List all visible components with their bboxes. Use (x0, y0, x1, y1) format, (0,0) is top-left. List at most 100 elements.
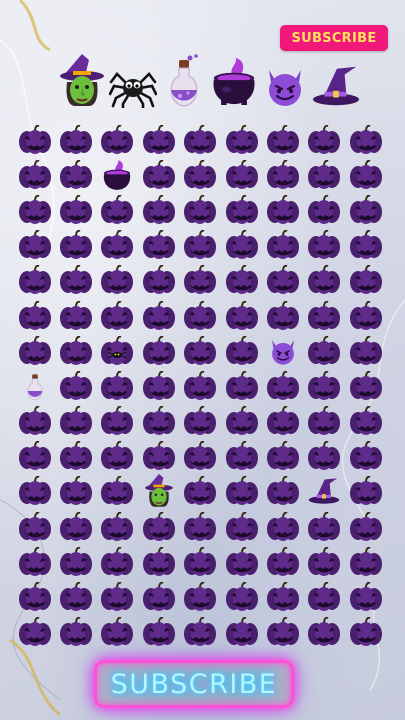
grid-cell-pumpkin-icon[interactable] (345, 263, 386, 298)
grid-cell-pumpkin-icon[interactable] (180, 615, 221, 650)
grid-cell-pumpkin-icon[interactable] (180, 509, 221, 544)
grid-cell-pumpkin-icon[interactable] (221, 474, 262, 509)
grid-cell-pumpkin-icon[interactable] (14, 439, 55, 474)
grid-cell-pumpkin-icon[interactable] (55, 509, 96, 544)
grid-cell-pumpkin-icon[interactable] (221, 333, 262, 368)
grid-cell-pumpkin-icon[interactable] (138, 509, 179, 544)
grid-cell-pumpkin-icon[interactable] (180, 544, 221, 579)
grid-cell-pumpkin-icon[interactable] (180, 157, 221, 192)
grid-cell-pumpkin-icon[interactable] (138, 298, 179, 333)
grid-cell-pumpkin-icon[interactable] (304, 579, 345, 614)
grid-cell-pumpkin-icon[interactable] (55, 544, 96, 579)
grid-cell-pumpkin-icon[interactable] (221, 192, 262, 227)
grid-cell-pumpkin-icon[interactable] (138, 157, 179, 192)
grid-cell-pumpkin-icon[interactable] (138, 333, 179, 368)
grid-cell-pumpkin-icon[interactable] (55, 192, 96, 227)
grid-cell-pumpkin-icon[interactable] (180, 579, 221, 614)
grid-cell-pumpkin-icon[interactable] (262, 404, 303, 439)
grid-cell-pumpkin-icon[interactable] (221, 157, 262, 192)
grid-cell-pumpkin-icon[interactable] (262, 579, 303, 614)
grid-cell-pumpkin-icon[interactable] (97, 228, 138, 263)
grid-cell-pumpkin-icon[interactable] (345, 192, 386, 227)
grid-cell-pumpkin-icon[interactable] (262, 192, 303, 227)
grid-cell-pumpkin-icon[interactable] (221, 404, 262, 439)
grid-cell-pumpkin-icon[interactable] (345, 228, 386, 263)
grid-cell-pumpkin-icon[interactable] (97, 615, 138, 650)
grid-cell-pumpkin-icon[interactable] (14, 474, 55, 509)
subscribe-badge[interactable]: SUBSCRIBE (280, 25, 388, 51)
grid-cell-pumpkin-icon[interactable] (221, 263, 262, 298)
grid-cell-pumpkin-icon[interactable] (262, 122, 303, 157)
grid-cell-pumpkin-icon[interactable] (14, 192, 55, 227)
grid-cell-pumpkin-icon[interactable] (14, 298, 55, 333)
grid-cell-pumpkin-icon[interactable] (304, 228, 345, 263)
grid-cell-pumpkin-icon[interactable] (14, 157, 55, 192)
grid-cell-pumpkin-icon[interactable] (180, 192, 221, 227)
grid-cell-pumpkin-icon[interactable] (262, 615, 303, 650)
grid-cell-pumpkin-icon[interactable] (262, 228, 303, 263)
grid-cell-pumpkin-icon[interactable] (14, 333, 55, 368)
grid-cell-pumpkin-icon[interactable] (55, 228, 96, 263)
grid-cell-pumpkin-icon[interactable] (221, 298, 262, 333)
grid-cell-pumpkin-icon[interactable] (304, 615, 345, 650)
grid-cell-pumpkin-icon[interactable] (304, 439, 345, 474)
grid-cell-pumpkin-icon[interactable] (138, 579, 179, 614)
grid-cell-pumpkin-icon[interactable] (304, 368, 345, 403)
grid-cell-pumpkin-icon[interactable] (55, 404, 96, 439)
grid-cell-pumpkin-icon[interactable] (138, 122, 179, 157)
grid-cell-pumpkin-icon[interactable] (262, 544, 303, 579)
grid-cell-pumpkin-icon[interactable] (180, 474, 221, 509)
grid-cell-witch-hat-icon[interactable] (304, 474, 345, 509)
grid-cell-pumpkin-icon[interactable] (262, 509, 303, 544)
grid-cell-pumpkin-icon[interactable] (262, 298, 303, 333)
grid-cell-pumpkin-icon[interactable] (97, 544, 138, 579)
grid-cell-pumpkin-icon[interactable] (97, 122, 138, 157)
grid-cell-pumpkin-icon[interactable] (55, 368, 96, 403)
grid-cell-pumpkin-icon[interactable] (345, 544, 386, 579)
grid-cell-pumpkin-icon[interactable] (180, 122, 221, 157)
grid-cell-pumpkin-icon[interactable] (55, 474, 96, 509)
grid-cell-spider-icon[interactable] (97, 333, 138, 368)
grid-cell-devil-face-icon[interactable] (262, 333, 303, 368)
grid-cell-pumpkin-icon[interactable] (55, 579, 96, 614)
grid-cell-pumpkin-icon[interactable] (221, 544, 262, 579)
grid-cell-pumpkin-icon[interactable] (304, 192, 345, 227)
grid-cell-pumpkin-icon[interactable] (304, 509, 345, 544)
grid-cell-pumpkin-icon[interactable] (221, 509, 262, 544)
grid-cell-pumpkin-icon[interactable] (138, 544, 179, 579)
grid-cell-pumpkin-icon[interactable] (138, 404, 179, 439)
grid-cell-pumpkin-icon[interactable] (180, 404, 221, 439)
grid-cell-pumpkin-icon[interactable] (345, 474, 386, 509)
grid-cell-pumpkin-icon[interactable] (221, 579, 262, 614)
grid-cell-pumpkin-icon[interactable] (221, 615, 262, 650)
grid-cell-pumpkin-icon[interactable] (138, 368, 179, 403)
grid-cell-pumpkin-icon[interactable] (345, 368, 386, 403)
grid-cell-pumpkin-icon[interactable] (304, 333, 345, 368)
grid-cell-pumpkin-icon[interactable] (262, 474, 303, 509)
grid-cell-pumpkin-icon[interactable] (97, 579, 138, 614)
grid-cell-pumpkin-icon[interactable] (262, 157, 303, 192)
grid-cell-pumpkin-icon[interactable] (138, 615, 179, 650)
grid-cell-pumpkin-icon[interactable] (345, 579, 386, 614)
grid-cell-witch-icon[interactable] (138, 474, 179, 509)
grid-cell-pumpkin-icon[interactable] (180, 333, 221, 368)
grid-cell-pumpkin-icon[interactable] (97, 263, 138, 298)
grid-cell-pumpkin-icon[interactable] (345, 509, 386, 544)
grid-cell-pumpkin-icon[interactable] (97, 439, 138, 474)
grid-cell-pumpkin-icon[interactable] (180, 368, 221, 403)
grid-cell-pumpkin-icon[interactable] (55, 615, 96, 650)
grid-cell-pumpkin-icon[interactable] (97, 474, 138, 509)
grid-cell-pumpkin-icon[interactable] (14, 579, 55, 614)
grid-cell-pumpkin-icon[interactable] (221, 368, 262, 403)
grid-cell-pumpkin-icon[interactable] (97, 368, 138, 403)
grid-cell-pumpkin-icon[interactable] (55, 122, 96, 157)
grid-cell-pumpkin-icon[interactable] (304, 298, 345, 333)
grid-cell-pumpkin-icon[interactable] (345, 404, 386, 439)
grid-cell-pumpkin-icon[interactable] (180, 228, 221, 263)
grid-cell-pumpkin-icon[interactable] (304, 263, 345, 298)
grid-cell-pumpkin-icon[interactable] (221, 122, 262, 157)
grid-cell-pumpkin-icon[interactable] (138, 439, 179, 474)
grid-cell-pumpkin-icon[interactable] (180, 298, 221, 333)
grid-cell-potion-icon[interactable] (14, 368, 55, 403)
subscribe-button[interactable]: SUBSCRIBE (94, 660, 294, 708)
